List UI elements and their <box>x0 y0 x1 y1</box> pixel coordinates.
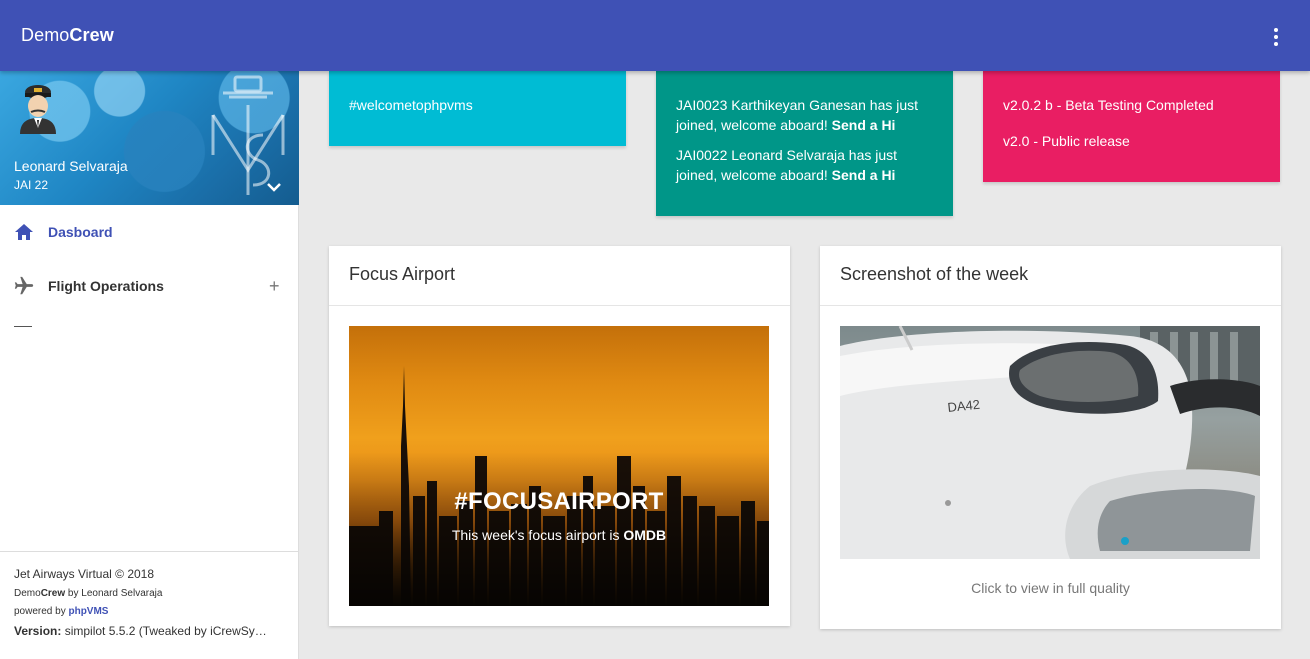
user-id: JAI 22 <box>14 178 49 192</box>
focus-hashtag-title: #FOCUSAIRPORT <box>454 488 664 515</box>
brand-prefix: Demo <box>21 25 70 45</box>
brand-logo[interactable]: DemoCrew <box>21 25 114 46</box>
screenshot-week-card: Screenshot of the week DA42 Click to vie… <box>820 246 1281 629</box>
home-icon <box>15 224 33 240</box>
release-entry: v2.0 - Public release <box>1003 133 1130 149</box>
welcome-hashtag-card: #welcometophpvms <box>329 71 626 146</box>
version-text: Version: simpilot 5.5.2 (Tweaked by iCre… <box>14 624 267 638</box>
top-app-bar: DemoCrew <box>0 0 1310 71</box>
airplane-icon <box>14 276 34 295</box>
release-notes-card: v2.0.2 b - Beta Testing Completed v2.0 -… <box>983 71 1280 182</box>
hashtag-text: #welcometophpvms <box>349 97 473 113</box>
focus-airport-code: OMDB <box>623 527 667 543</box>
copyright-text: Jet Airways Virtual © 2018 <box>14 567 155 581</box>
card-title: Screenshot of the week <box>820 246 1281 306</box>
brand-suffix: Crew <box>69 25 114 45</box>
view-full-quality-link[interactable]: Click to view in full quality <box>820 580 1281 596</box>
user-profile-card: Leonard Selvaraja JAI 22 <box>0 71 299 205</box>
focus-airport-card: Focus Airport #FOCUSAIRPORT This week's … <box>329 246 790 626</box>
chevron-down-icon[interactable] <box>266 181 282 193</box>
sidebar-footer: Jet Airways Virtual © 2018 DemoCrew by L… <box>0 551 299 659</box>
card-title: Focus Airport <box>329 246 790 306</box>
member-join-entry: JAI0023 Karthikeyan Ganesan has just joi… <box>676 97 919 133</box>
expand-plus-icon[interactable]: + <box>269 277 280 295</box>
city-skyline-silhouette <box>349 326 769 606</box>
screenshot-image[interactable]: DA42 <box>840 326 1260 559</box>
member-join-entry: JAI0022 Leonard Selvaraja has just joine… <box>676 147 898 183</box>
nav-item-dashboard[interactable]: Dasboard <box>0 208 295 256</box>
focus-airport-image[interactable]: #FOCUSAIRPORT This week's focus airport … <box>349 326 769 606</box>
nav-item-label: Flight Operations <box>48 278 164 294</box>
pilot-avatar[interactable] <box>16 82 60 134</box>
aircraft-nose-illustration: DA42 <box>840 326 1260 559</box>
send-hi-link[interactable]: Send a Hi <box>832 117 896 133</box>
focus-subtitle: This week's focus airport is OMDB <box>451 527 667 543</box>
user-name: Leonard Selvaraja <box>14 158 128 174</box>
release-entry: v2.0.2 b - Beta Testing Completed <box>1003 97 1214 113</box>
nav-item-label: Dasboard <box>48 224 113 240</box>
nav-item-clipped <box>14 326 32 330</box>
nav-item-flight-operations[interactable]: Flight Operations + <box>0 262 295 310</box>
more-vert-icon[interactable] <box>1266 24 1286 50</box>
new-members-card: JAI0023 Karthikeyan Ganesan has just joi… <box>656 71 953 216</box>
send-hi-link[interactable]: Send a Hi <box>832 167 896 183</box>
powered-by-text: powered by phpVMS <box>14 606 109 617</box>
sidebar: Leonard Selvaraja JAI 22 Dasboard Flight… <box>0 71 299 659</box>
phpvms-link[interactable]: phpVMS <box>68 606 108 617</box>
credit-text: DemoCrew by Leonard Selvaraja <box>14 588 163 599</box>
